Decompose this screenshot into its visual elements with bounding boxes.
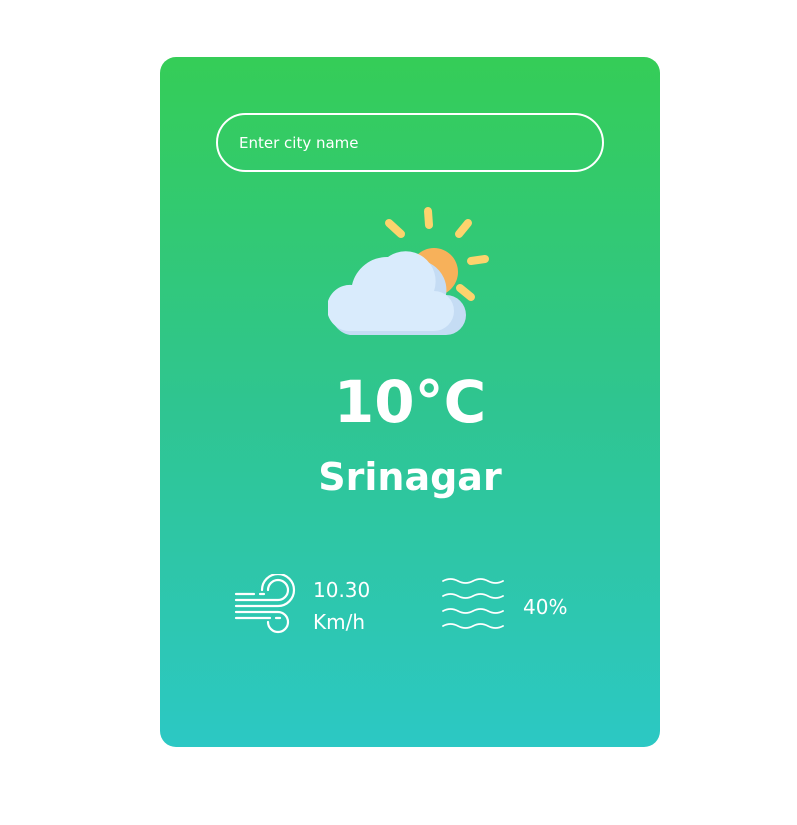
partly-cloudy-icon [328,207,489,335]
wind-speed: 10.30 Km/h [313,574,370,638]
humidity-value: 40% [523,595,568,619]
search-box[interactable] [216,113,604,172]
city-name: Srinagar [318,455,502,499]
humidity-icon [442,578,504,629]
temperature-display: 10°C [333,368,487,436]
weather-card: 10°C Srinagar 10.30 Km/h 40% [160,57,660,747]
wind-speed-value: 10.30 [313,578,371,602]
wind-speed-unit: Km/h [313,610,366,634]
city-search-input[interactable] [218,115,602,170]
wind-icon [234,574,296,634]
